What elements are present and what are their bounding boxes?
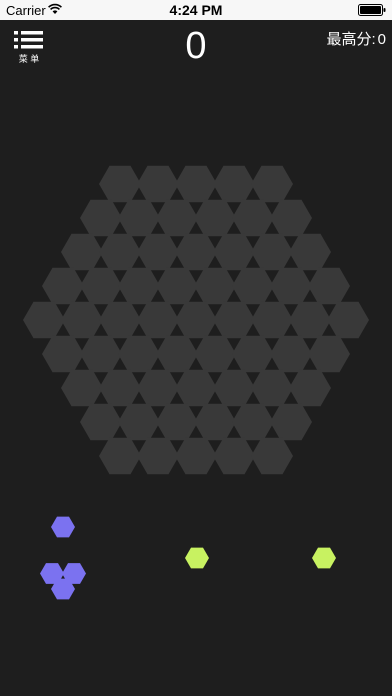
hex-board [23, 165, 369, 600]
board-cell[interactable] [118, 199, 160, 237]
single-piece-2[interactable] [312, 547, 336, 569]
board-cell[interactable] [42, 267, 84, 305]
board-cell[interactable] [61, 233, 103, 271]
board-cell[interactable] [232, 199, 274, 237]
board-cell[interactable] [137, 165, 179, 203]
board-cell[interactable] [42, 335, 84, 373]
board-cell[interactable] [156, 267, 198, 305]
board-cell[interactable] [232, 403, 274, 441]
board-cell[interactable] [232, 267, 274, 305]
board-cell[interactable] [270, 335, 312, 373]
board-cell[interactable] [251, 369, 293, 407]
board-cell[interactable] [175, 301, 217, 339]
board-cell[interactable] [137, 369, 179, 407]
board-cell[interactable] [99, 437, 141, 475]
board-cell[interactable] [251, 165, 293, 203]
flower-piece[interactable] [40, 516, 86, 600]
board-cell[interactable] [99, 233, 141, 271]
board-cell[interactable] [137, 233, 179, 271]
board-cell[interactable] [289, 301, 331, 339]
board-cell[interactable] [61, 369, 103, 407]
board-cell[interactable] [118, 335, 160, 373]
board-cell[interactable] [175, 437, 217, 475]
board-cell[interactable] [156, 403, 198, 441]
piece-cell [312, 547, 336, 569]
board-cell[interactable] [270, 199, 312, 237]
board-cell[interactable] [213, 165, 255, 203]
board-cell[interactable] [175, 233, 217, 271]
board-cell[interactable] [289, 369, 331, 407]
board-cell[interactable] [23, 301, 65, 339]
board-cell[interactable] [213, 301, 255, 339]
board-cell[interactable] [251, 437, 293, 475]
board-cell[interactable] [213, 233, 255, 271]
board-cell[interactable] [213, 369, 255, 407]
board-cell[interactable] [194, 199, 236, 237]
board-cell[interactable] [194, 335, 236, 373]
board-cells [23, 165, 369, 475]
piece-cell [51, 516, 75, 538]
board-cell[interactable] [156, 199, 198, 237]
board-cell[interactable] [270, 403, 312, 441]
board-cell[interactable] [251, 233, 293, 271]
board-cell[interactable] [175, 165, 217, 203]
board-cell[interactable] [137, 301, 179, 339]
board-cell[interactable] [118, 403, 160, 441]
board-cell[interactable] [232, 335, 274, 373]
board-cell[interactable] [194, 403, 236, 441]
board-cell[interactable] [137, 437, 179, 475]
board-cell[interactable] [99, 369, 141, 407]
board-cell[interactable] [308, 267, 350, 305]
board-cell[interactable] [118, 267, 160, 305]
board-cell[interactable] [327, 301, 369, 339]
board-cell[interactable] [270, 267, 312, 305]
board-cell[interactable] [61, 301, 103, 339]
board-cell[interactable] [80, 335, 122, 373]
board-cell[interactable] [175, 369, 217, 407]
board-cell[interactable] [251, 301, 293, 339]
single-piece-1[interactable] [185, 547, 209, 569]
board-cell[interactable] [99, 301, 141, 339]
board-cell[interactable] [194, 267, 236, 305]
board-cell[interactable] [80, 267, 122, 305]
board-cell[interactable] [308, 335, 350, 373]
board-cell[interactable] [99, 165, 141, 203]
board-cell[interactable] [156, 335, 198, 373]
board-cell[interactable] [80, 403, 122, 441]
piece-cell [185, 547, 209, 569]
board-cell[interactable] [213, 437, 255, 475]
board-cell[interactable] [289, 233, 331, 271]
board-cell[interactable] [80, 199, 122, 237]
